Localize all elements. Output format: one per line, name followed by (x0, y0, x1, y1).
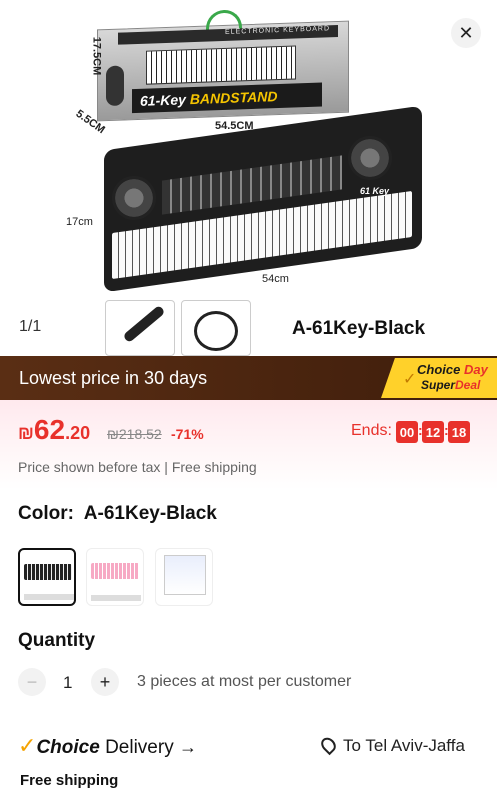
color-heading: Color: A-61Key-Black (18, 503, 217, 525)
lowest-price-text: Lowest price in 30 days (19, 368, 208, 388)
microphone-icon (122, 304, 166, 344)
left-speaker (112, 176, 156, 220)
box-top-text: ELECTRONIC KEYBOARD (118, 24, 338, 45)
badge-choice: Choice (417, 362, 464, 377)
arrow-right-icon: → (178, 737, 197, 757)
minus-icon: − (26, 671, 38, 692)
tax-note: Price shown before tax | Free shipping (18, 459, 257, 475)
badge-line1: Choice Day (417, 362, 488, 377)
keyboard-box-icon (164, 555, 206, 595)
badge-day: Day (463, 362, 488, 377)
quantity-value: 1 (63, 673, 73, 692)
original-price: ₪218.52 (107, 426, 162, 442)
choice-day-badge: ✓ Choice Day SuperDeal (381, 358, 497, 398)
dimension-kb-width: 54cm (262, 273, 289, 285)
product-image-gallery[interactable]: ELECTRONIC KEYBOARD 61-Key BANDSTAND 17.… (0, 0, 497, 356)
choice-delivery-link[interactable]: ✓Choice Delivery → (18, 733, 197, 759)
delivery-location[interactable]: To Tel Aviv-Jaffa (318, 734, 465, 756)
color-option-pink[interactable] (86, 548, 144, 606)
accessories-icon (24, 594, 74, 600)
box-label-prefix: 61-Key (140, 91, 186, 109)
quantity-limit-note: 3 pieces at most per customer (137, 673, 352, 690)
timer-seconds: 18 (448, 421, 470, 443)
badge-super: Super (421, 378, 456, 392)
choice-check-icon: ✓ (18, 733, 37, 758)
image-counter: 1/1 (19, 318, 42, 335)
right-speaker (348, 136, 392, 180)
close-button[interactable]: ✕ (451, 18, 481, 48)
color-option-black[interactable] (18, 548, 76, 606)
color-label: Color: (18, 503, 74, 524)
close-icon: ✕ (458, 22, 474, 43)
cable-icon (194, 311, 238, 351)
check-icon: ✓ (403, 371, 417, 388)
timer-minutes: 12 (422, 421, 444, 443)
delivery-label: Delivery (105, 737, 174, 758)
thumbnail-cable[interactable] (181, 300, 251, 356)
keyboard-image: 61 Key (104, 105, 422, 293)
variant-label: A-61Key-Black (292, 318, 426, 339)
plus-icon: + (99, 671, 111, 692)
badge-deal: Deal (455, 378, 481, 392)
box-label-suffix: BANDSTAND (189, 88, 278, 108)
microphone-image (106, 65, 124, 107)
badge-line2: SuperDeal (421, 378, 480, 392)
keyboard-brand: 61 Key (360, 186, 390, 196)
current-price: ₪62.20 (18, 414, 90, 446)
location-pin-icon (318, 734, 339, 756)
price-decimal: .20 (65, 423, 91, 443)
location-text: To Tel Aviv-Jaffa (343, 736, 465, 755)
discount-badge: -71% (171, 426, 204, 442)
box-handle (206, 9, 242, 31)
color-value: A-61Key-Black (83, 503, 217, 524)
box-keys-image (146, 45, 296, 85)
price-currency: ₪ (18, 423, 34, 443)
quantity-title: Quantity (18, 630, 96, 651)
decrease-quantity-button[interactable]: − (18, 668, 46, 696)
ends-label: Ends: (351, 422, 392, 439)
timer-hours: 00 (396, 421, 418, 443)
keyboard-black-icon (24, 564, 72, 580)
dimension-kb-height: 17cm (66, 216, 93, 228)
dimension-height: 17.5CM (90, 36, 103, 76)
free-shipping-label: Free shipping (20, 772, 119, 789)
keyboard-pink-icon (91, 563, 139, 579)
accessories-icon (91, 595, 141, 601)
increase-quantity-button[interactable]: + (91, 668, 119, 696)
price-main: 62 (33, 414, 66, 445)
box-label: 61-Key BANDSTAND (132, 82, 322, 114)
product-box-image: ELECTRONIC KEYBOARD 61-Key BANDSTAND (97, 9, 349, 122)
delivery-choice: Choice (36, 737, 100, 758)
thumbnail-microphone[interactable] (105, 300, 175, 356)
color-option-box[interactable] (155, 548, 213, 606)
